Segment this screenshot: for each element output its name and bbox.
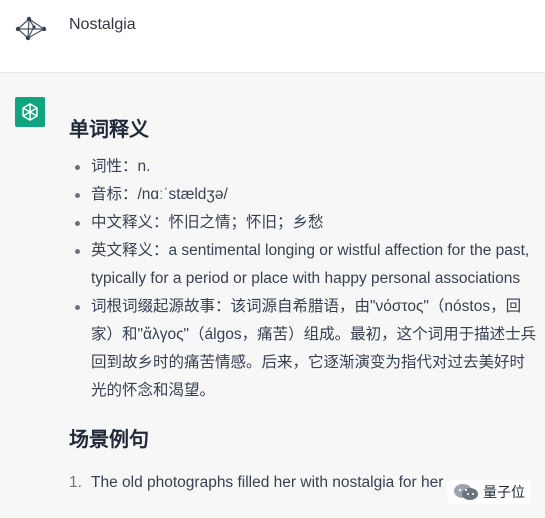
watermark-text: 量子位 (483, 485, 525, 501)
user-message-text: Nostalgia (69, 16, 136, 33)
user-message-row: Nostalgia (0, 0, 545, 73)
wechat-icon (454, 484, 478, 500)
example-text: The old photographs filled her with nost… (91, 474, 444, 491)
chatgpt-logo-icon (15, 97, 45, 127)
assistant-response-content: 单词释义 词性：n. 音标：/nɑːˈstældʒə/ 中文释义：怀旧之情；怀旧… (69, 117, 539, 497)
section-title-definition: 单词释义 (69, 119, 149, 141)
list-item-phonetic: 音标：/nɑːˈstældʒə/ (69, 181, 539, 209)
section-title-examples: 场景例句 (69, 429, 149, 451)
user-avatar-network-icon (15, 16, 47, 41)
example-number: 1. (69, 474, 82, 491)
list-item-etymology: 词根词缀起源故事：该词源自希腊语，由"νόστος"（nóstos，回家）和"ἄ… (69, 293, 539, 405)
watermark: 量子位 (447, 480, 531, 504)
list-item-pos: 词性：n. (69, 153, 539, 181)
list-item-chinese-meaning: 中文释义：怀旧之情；怀旧；乡愁 (69, 209, 539, 237)
assistant-message-row: 单词释义 词性：n. 音标：/nɑːˈstældʒə/ 中文释义：怀旧之情；怀旧… (0, 73, 545, 518)
list-item-english-meaning: 英文释义：a sentimental longing or wistful af… (69, 237, 539, 293)
definition-list: 词性：n. 音标：/nɑːˈstældʒə/ 中文释义：怀旧之情；怀旧；乡愁 英… (69, 153, 539, 405)
